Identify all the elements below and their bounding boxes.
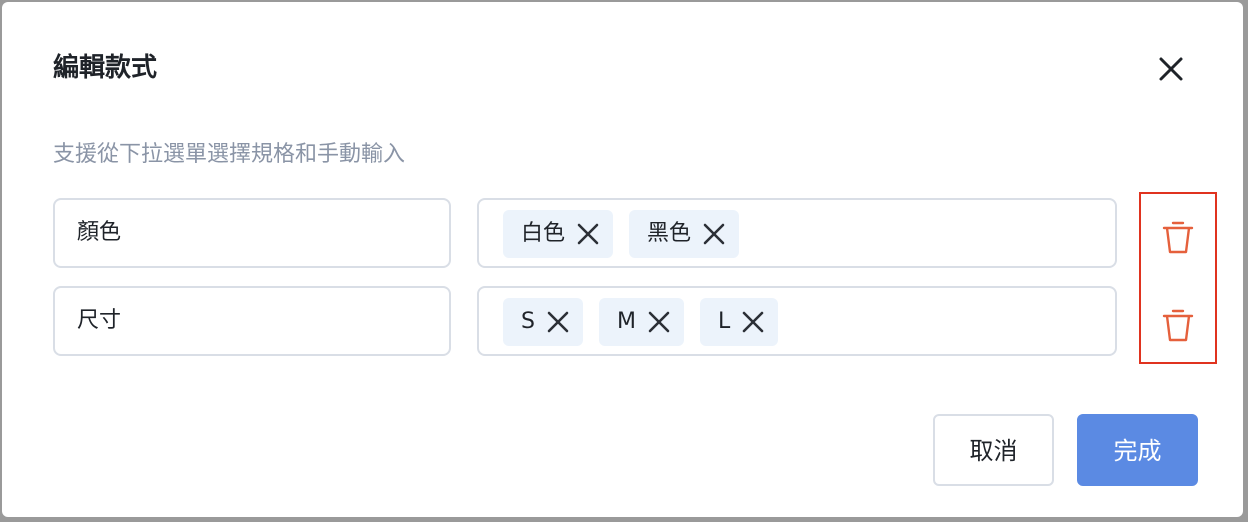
tag-label: 黑色 [647, 221, 692, 246]
delete-row-button[interactable] [1161, 305, 1195, 345]
spec-value-tag: 黑色 [629, 210, 740, 258]
dialog-subtitle: 支援從下拉選單選擇規格和手動輸入 [53, 142, 406, 167]
dialog-title: 編輯款式 [53, 53, 158, 83]
spec-values-input[interactable]: S M L [477, 286, 1117, 356]
spec-name-input[interactable]: 顏色 [53, 198, 451, 268]
spec-row: 尺寸 S M L [53, 286, 1123, 358]
trash-icon [1162, 309, 1194, 342]
tag-label: L [717, 309, 731, 334]
tag-label: M [616, 309, 636, 334]
delete-row-button[interactable] [1161, 217, 1195, 257]
spec-value-tag: M [598, 298, 684, 346]
trash-icon [1162, 221, 1194, 254]
spec-value-tags: 白色 黑色 [503, 210, 740, 258]
spec-values-input[interactable]: 白色 黑色 [477, 198, 1117, 268]
spec-value-tag: S [503, 298, 583, 346]
cancel-button[interactable]: 取消 [933, 414, 1054, 486]
spec-value-tag: L [699, 298, 779, 346]
close-button[interactable] [1154, 52, 1188, 86]
remove-tag-icon[interactable] [646, 309, 672, 335]
edit-variant-dialog: 編輯款式 支援從下拉選單選擇規格和手動輸入 顏色 白色 黑色 尺寸 S M L … [2, 2, 1243, 517]
tag-label: S [521, 309, 535, 334]
close-icon [1159, 57, 1183, 81]
remove-tag-icon[interactable] [701, 221, 727, 247]
tag-label: 白色 [521, 221, 566, 246]
remove-tag-icon[interactable] [575, 221, 601, 247]
remove-tag-icon[interactable] [740, 309, 766, 335]
remove-tag-icon[interactable] [545, 309, 571, 335]
spec-name-input[interactable]: 尺寸 [53, 286, 451, 356]
spec-value-tag: 白色 [503, 210, 614, 258]
done-button[interactable]: 完成 [1077, 414, 1198, 486]
spec-value-tags: S M L [503, 298, 779, 346]
spec-row: 顏色 白色 黑色 [53, 198, 1123, 270]
